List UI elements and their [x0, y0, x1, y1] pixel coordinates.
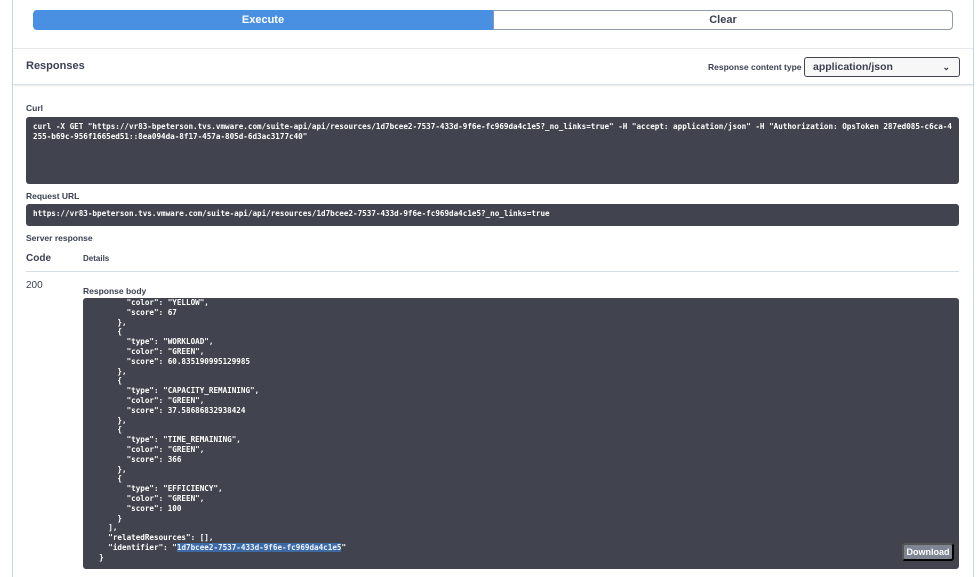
response-body[interactable]: "color": "YELLOW", "score": 67 }, { "typ… — [83, 298, 959, 569]
response-body-line: "color": "GREEN", — [90, 395, 205, 405]
response-content-type-select[interactable]: application/json ⌄ — [804, 57, 960, 77]
response-body-line: } — [90, 513, 123, 523]
response-body-lines: "color": "YELLOW", "score": 67 }, { "typ… — [90, 298, 952, 543]
curl-command[interactable]: curl -X GET "https://vr83-bpeterson.tvs.… — [26, 117, 959, 184]
response-body-label: Response body — [83, 286, 147, 296]
response-body-line: "color": "GREEN", — [90, 346, 205, 356]
response-body-line: "type": "WORKLOAD", — [90, 337, 214, 347]
response-body-line: "score": 100 — [90, 503, 182, 513]
details-column-header: Details — [83, 254, 110, 263]
response-content-type-value: application/json — [813, 61, 893, 73]
response-body-line: { — [90, 474, 123, 484]
request-url-label: Request URL — [26, 191, 80, 201]
response-body-line: }, — [90, 317, 127, 327]
execute-button[interactable]: Execute — [33, 10, 493, 30]
closing-brace-line: } — [90, 552, 104, 562]
response-body-line: "type": "TIME_REMAINING", — [90, 435, 241, 445]
identifier-line: "identifier": "1d7bcee2-7537-433d-9f6e-f… — [90, 542, 952, 553]
clear-button[interactable]: Clear — [493, 10, 953, 30]
response-body-line: "score": 366 — [90, 454, 182, 464]
request-url-value[interactable]: https://vr83-bpeterson.tvs.vmware.com/su… — [26, 204, 959, 226]
chevron-down-icon: ⌄ — [942, 62, 950, 72]
identifier-quote: " — [341, 542, 347, 552]
response-body-line: }, — [90, 415, 127, 425]
response-body-line: "color": "GREEN", — [90, 493, 205, 503]
response-body-line: "type": "CAPACITY_REMAINING", — [90, 386, 260, 396]
response-body-line: { — [90, 327, 123, 337]
response-body-line: }, — [90, 464, 127, 474]
header-divider — [26, 271, 959, 272]
response-body-line: "color": "YELLOW", — [90, 298, 209, 307]
responses-header: Responses Response content type applicat… — [13, 48, 973, 85]
response-body-line: { — [90, 425, 123, 435]
code-column-header: Code — [26, 253, 51, 264]
execute-bar: Execute Clear — [33, 10, 953, 30]
response-body-line: ], — [90, 523, 118, 533]
response-body-line: "score": 37.58686832938424 — [90, 405, 246, 415]
server-response-label: Server response — [26, 233, 93, 243]
download-button[interactable]: Download — [902, 543, 954, 561]
identifier-value-selected[interactable]: 1d7bcee2-7537-433d-9f6e-fc969da4c1e5 — [176, 542, 342, 552]
response-body-line: "score": 60.835190995129985 — [90, 356, 251, 366]
response-body-line: }, — [90, 366, 127, 376]
response-body-line: { — [90, 376, 123, 386]
curl-label: Curl — [26, 103, 43, 113]
response-body-line: "color": "GREEN", — [90, 444, 205, 454]
response-content-type-label: Response content type — [708, 62, 802, 72]
responses-title: Responses — [26, 60, 85, 72]
identifier-key: "identifier": " — [90, 542, 177, 552]
response-body-line: "score": 67 — [90, 307, 177, 317]
status-code: 200 — [26, 280, 43, 291]
response-body-line: "type": "EFFICIENCY", — [90, 484, 223, 494]
response-body-line: "relatedResources": [], — [90, 533, 214, 543]
